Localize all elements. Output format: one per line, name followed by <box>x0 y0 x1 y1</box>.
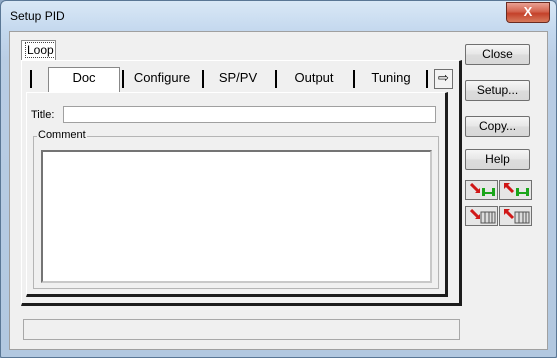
tab-doc[interactable]: Doc <box>48 67 120 92</box>
comment-label: Comment <box>37 129 87 141</box>
tab-separator <box>426 70 428 88</box>
title-input[interactable] <box>63 106 436 123</box>
tab-sp-pv-label: SP/PV <box>218 70 258 85</box>
tab-tuning-label: Tuning <box>371 70 411 85</box>
tab-tuning[interactable]: Tuning <box>358 68 424 90</box>
tab-separator <box>202 70 204 88</box>
tab-scroll-right-icon[interactable]: ⇨ <box>434 69 453 89</box>
window-title: Setup PID <box>10 9 65 23</box>
status-bar <box>23 319 460 340</box>
close-button[interactable]: Close <box>465 44 530 65</box>
copy-button[interactable]: Copy... <box>465 116 530 137</box>
setup-button[interactable]: Setup... <box>465 80 530 101</box>
window-close-icon[interactable]: X <box>506 2 550 23</box>
tab-doc-label: Doc <box>72 70 96 85</box>
tab-configure[interactable]: Configure <box>126 68 198 90</box>
dialog-client: Loop 1 Doc Configure SP/PV Output Tuning… <box>9 31 548 350</box>
setup-pid-window: Setup PID X Loop 1 Doc Configure SP/PV O… <box>0 0 557 358</box>
tab-separator <box>353 70 355 88</box>
tab-sp-pv[interactable]: SP/PV <box>206 68 270 90</box>
comment-textarea[interactable] <box>41 150 432 283</box>
tab-output[interactable]: Output <box>280 68 348 90</box>
download-green-icon[interactable] <box>465 180 498 200</box>
tab-separator <box>275 70 277 88</box>
tab-output-label: Output <box>294 70 334 85</box>
tab-configure-label: Configure <box>133 70 191 85</box>
upload-green-icon[interactable] <box>499 180 532 200</box>
section-tabs: Doc Configure SP/PV Output Tuning ⇨ <box>26 67 453 92</box>
help-button[interactable]: Help <box>465 149 530 170</box>
tab-separator <box>122 70 124 88</box>
tab-separator <box>30 70 32 88</box>
title-field-label: Title: <box>31 109 55 121</box>
tab-loop-1[interactable]: Loop 1 <box>21 40 56 77</box>
download-grid-icon[interactable] <box>465 206 498 226</box>
upload-grid-icon[interactable] <box>499 206 532 226</box>
title-bar[interactable]: Setup PID X <box>1 1 556 31</box>
